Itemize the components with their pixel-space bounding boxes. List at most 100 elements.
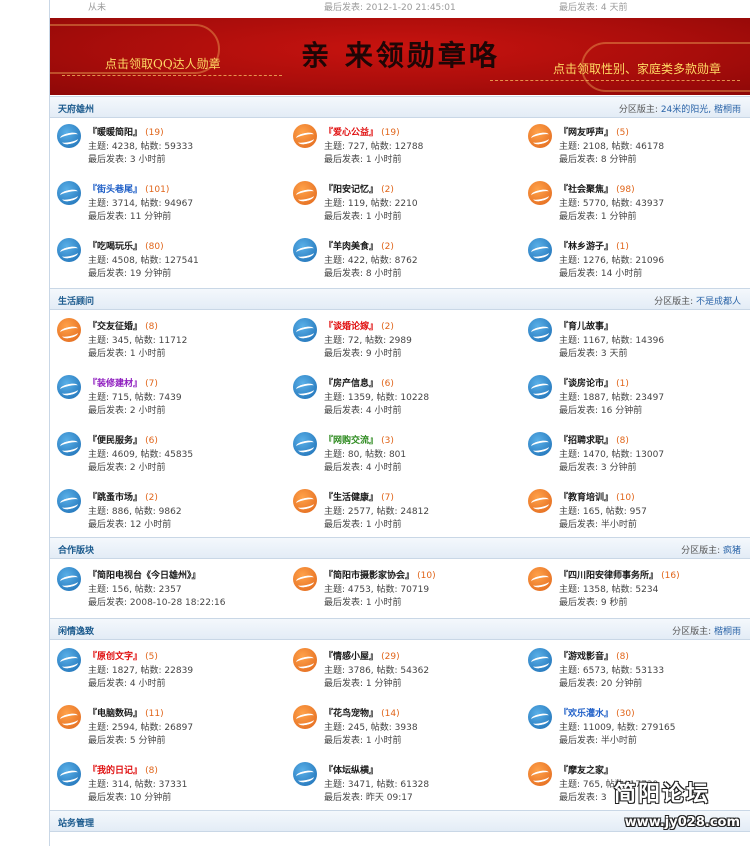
forum-item[interactable]: 『花鸟宠物』 (14) 主题: 245, 帖数: 3938 最后发表: 1 小时前 <box>286 702 516 754</box>
forum-name[interactable]: 『我的日记』 <box>88 766 142 776</box>
forum-last-post[interactable]: 最后发表: 2 小时前 <box>88 403 165 416</box>
moderator-link[interactable]: 24米的阳光, 楷桐雨 <box>661 105 741 115</box>
forum-name-link[interactable]: 『花鸟宠物』 (14) <box>324 706 400 719</box>
forum-last-post[interactable]: 最后发表: 2 小时前 <box>88 460 165 473</box>
forum-last-post[interactable]: 最后发表: 3 <box>559 790 607 803</box>
moderator-link[interactable]: 疯猪 <box>723 546 741 556</box>
forum-last-post[interactable]: 最后发表: 10 分钟前 <box>88 790 171 803</box>
forum-name-link[interactable]: 『交友征婚』 (8) <box>88 319 158 332</box>
forum-name-link[interactable]: 『网友呼声』 (5) <box>559 125 629 138</box>
forum-item[interactable]: 『体坛纵横』 主题: 3471, 帖数: 61328 最后发表: 昨天 09:17 <box>286 759 516 811</box>
forum-name[interactable]: 『装修建材』 <box>88 379 142 389</box>
forum-name-link[interactable]: 『电脑数码』 (11) <box>88 706 164 719</box>
category-title[interactable]: 生活顾问 <box>58 294 94 307</box>
forum-name[interactable]: 『社会聚焦』 <box>559 185 613 195</box>
forum-name-link[interactable]: 『简阳市摄影家协会』 (10) <box>324 568 436 581</box>
forum-last-post[interactable]: 最后发表: 8 分钟前 <box>559 152 636 165</box>
forum-name[interactable]: 『生活健康』 <box>324 493 378 503</box>
forum-name[interactable]: 『房产信息』 <box>324 379 378 389</box>
forum-last-post[interactable]: 最后发表: 1 小时前 <box>324 733 401 746</box>
forum-name-link[interactable]: 『跳蚤市场』 (2) <box>88 490 158 503</box>
forum-name[interactable]: 『教育培训』 <box>559 493 613 503</box>
moderator-link[interactable]: 楷桐雨 <box>714 627 741 637</box>
forum-item[interactable]: 『吃喝玩乐』 (80) 主题: 4508, 帖数: 127541 最后发表: 19 … <box>50 235 280 287</box>
forum-last-post[interactable]: 最后发表: 3 小时前 <box>88 152 165 165</box>
forum-name-link[interactable]: 『原创文字』 (5) <box>88 649 158 662</box>
forum-name[interactable]: 『林乡游子』 <box>559 242 613 252</box>
forum-name[interactable]: 『体坛纵横』 <box>324 766 378 776</box>
forum-name[interactable]: 『招聘求职』 <box>559 436 613 446</box>
forum-last-post[interactable]: 最后发表: 14 小时前 <box>559 266 642 279</box>
forum-name[interactable]: 『简阳电视台《今日雄州》』 <box>88 571 201 581</box>
forum-last-post[interactable]: 最后发表: 3 天前 <box>559 346 627 359</box>
forum-name[interactable]: 『摩友之家』 <box>559 766 613 776</box>
forum-name-link[interactable]: 『社会聚焦』 (98) <box>559 182 635 195</box>
qq-medal-link[interactable]: 点击领取QQ达人勋章 <box>105 55 221 72</box>
forum-item[interactable]: 『游戏影音』 (8) 主题: 6573, 帖数: 53133 最后发表: 20 分钟… <box>521 645 750 697</box>
forum-name[interactable]: 『谈房论市』 <box>559 379 613 389</box>
forum-item[interactable]: 『装修建材』 (7) 主题: 715, 帖数: 7439 最后发表: 2 小时前 <box>50 372 280 424</box>
forum-last-post[interactable]: 最后发表: 1 小时前 <box>324 209 401 222</box>
moderator-link[interactable]: 不是成都人 <box>696 297 741 307</box>
forum-item[interactable]: 『欢乐灌水』 (30) 主题: 11009, 帖数: 279165 最后发表: 半小… <box>521 702 750 754</box>
forum-item[interactable]: 『林乡游子』 (1) 主题: 1276, 帖数: 21096 最后发表: 14 小时… <box>521 235 750 287</box>
forum-name-link[interactable]: 『游戏影音』 (8) <box>559 649 629 662</box>
gender-family-medal-link[interactable]: 点击领取性别、家庭类多款勋章 <box>553 60 721 77</box>
forum-name[interactable]: 『电脑数码』 <box>88 709 142 719</box>
forum-item[interactable]: 『情感小屋』 (29) 主题: 3786, 帖数: 54362 最后发表: 1 分钟… <box>286 645 516 697</box>
forum-name-link[interactable]: 『谈房论市』 (1) <box>559 376 629 389</box>
category-title[interactable]: 天府雄州 <box>58 102 94 115</box>
forum-last-post[interactable]: 最后发表: 1 分钟前 <box>324 676 401 689</box>
forum-name-link[interactable]: 『欢乐灌水』 (30) <box>559 706 635 719</box>
forum-item[interactable]: 『谈房论市』 (1) 主题: 1887, 帖数: 23497 最后发表: 16 分钟… <box>521 372 750 424</box>
forum-item[interactable]: 『交友征婚』 (8) 主题: 345, 帖数: 11712 最后发表: 1 小时前 <box>50 315 280 367</box>
forum-last-post[interactable]: 最后发表: 半小时前 <box>559 733 637 746</box>
forum-last-post[interactable]: 最后发表: 昨天 09:17 <box>324 790 413 803</box>
forum-name-link[interactable]: 『网购交流』 (3) <box>324 433 394 446</box>
forum-last-post[interactable]: 最后发表: 9 秒前 <box>559 595 627 608</box>
forum-name[interactable]: 『育儿故事』 <box>559 322 613 332</box>
forum-name[interactable]: 『谈婚论嫁』 <box>324 322 378 332</box>
forum-last-post[interactable]: 最后发表: 4 小时前 <box>324 403 401 416</box>
forum-last-post[interactable]: 最后发表: 16 分钟前 <box>559 403 642 416</box>
forum-item[interactable]: 『育儿故事』 主题: 1167, 帖数: 14396 最后发表: 3 天前 <box>521 315 750 367</box>
forum-item[interactable]: 『房产信息』 (6) 主题: 1359, 帖数: 10228 最后发表: 4 小时前 <box>286 372 516 424</box>
forum-item[interactable]: 『电脑数码』 (11) 主题: 2594, 帖数: 26897 最后发表: 5 分钟… <box>50 702 280 754</box>
forum-name[interactable]: 『暖暖简阳』 <box>88 128 142 138</box>
forum-name[interactable]: 『爱心公益』 <box>324 128 378 138</box>
forum-last-post[interactable]: 最后发表: 12 小时前 <box>88 517 171 530</box>
forum-last-post[interactable]: 最后发表: 1 小时前 <box>324 595 401 608</box>
forum-item[interactable]: 『四川阳安律师事务所』 (16) 主题: 1358, 帖数: 5234 最后发表: … <box>521 564 750 616</box>
forum-name-link[interactable]: 『吃喝玩乐』 (80) <box>88 239 164 252</box>
forum-item[interactable]: 『社会聚焦』 (98) 主题: 5770, 帖数: 43937 最后发表: 1 分钟… <box>521 178 750 230</box>
forum-name[interactable]: 『交友征婚』 <box>88 322 142 332</box>
category-title[interactable]: 合作版块 <box>58 543 94 556</box>
forum-item[interactable]: 『教育培训』 (10) 主题: 165, 帖数: 957 最后发表: 半小时前 <box>521 486 750 538</box>
forum-name-link[interactable]: 『暖暖简阳』 (19) <box>88 125 164 138</box>
forum-name[interactable]: 『简阳市摄影家协会』 <box>324 571 414 581</box>
forum-name[interactable]: 『吃喝玩乐』 <box>88 242 142 252</box>
forum-item[interactable]: 『阳安记忆』 (2) 主题: 119, 帖数: 2210 最后发表: 1 小时前 <box>286 178 516 230</box>
forum-item[interactable]: 『街头巷尾』 (101) 主题: 3714, 帖数: 94967 最后发表: 11 … <box>50 178 280 230</box>
forum-last-post[interactable]: 最后发表: 11 分钟前 <box>88 209 171 222</box>
forum-name-link[interactable]: 『简阳电视台《今日雄州》』 <box>88 568 201 581</box>
forum-name[interactable]: 『网友呼声』 <box>559 128 613 138</box>
forum-last-post[interactable]: 最后发表: 5 分钟前 <box>88 733 165 746</box>
forum-item[interactable]: 『谈婚论嫁』 (2) 主题: 72, 帖数: 2989 最后发表: 9 小时前 <box>286 315 516 367</box>
forum-item[interactable]: 『我的日记』 (8) 主题: 314, 帖数: 37331 最后发表: 10 分钟前 <box>50 759 280 811</box>
forum-last-post[interactable]: 最后发表: 1 分钟前 <box>559 209 636 222</box>
forum-name[interactable]: 『羊肉美食』 <box>324 242 378 252</box>
forum-name[interactable]: 『网购交流』 <box>324 436 378 446</box>
forum-item[interactable]: 『招聘求职』 (8) 主题: 1470, 帖数: 13007 最后发表: 3 分钟前 <box>521 429 750 481</box>
forum-name[interactable]: 『便民服务』 <box>88 436 142 446</box>
forum-last-post[interactable]: 最后发表: 19 分钟前 <box>88 266 171 279</box>
forum-name-link[interactable]: 『林乡游子』 (1) <box>559 239 629 252</box>
forum-item[interactable]: 『简阳电视台《今日雄州》』 主题: 156, 帖数: 2357 最后发表: 200… <box>50 564 280 616</box>
forum-last-post[interactable]: 最后发表: 1 小时前 <box>324 152 401 165</box>
forum-item[interactable]: 『生活健康』 (7) 主题: 2577, 帖数: 24812 最后发表: 1 小时前 <box>286 486 516 538</box>
forum-name-link[interactable]: 『情感小屋』 (29) <box>324 649 400 662</box>
forum-item[interactable]: 『便民服务』 (6) 主题: 4609, 帖数: 45835 最后发表: 2 小时前 <box>50 429 280 481</box>
forum-last-post[interactable]: 最后发表: 4 小时前 <box>324 460 401 473</box>
forum-last-post[interactable]: 最后发表: 1 小时前 <box>324 517 401 530</box>
forum-name-link[interactable]: 『谈婚论嫁』 (2) <box>324 319 394 332</box>
